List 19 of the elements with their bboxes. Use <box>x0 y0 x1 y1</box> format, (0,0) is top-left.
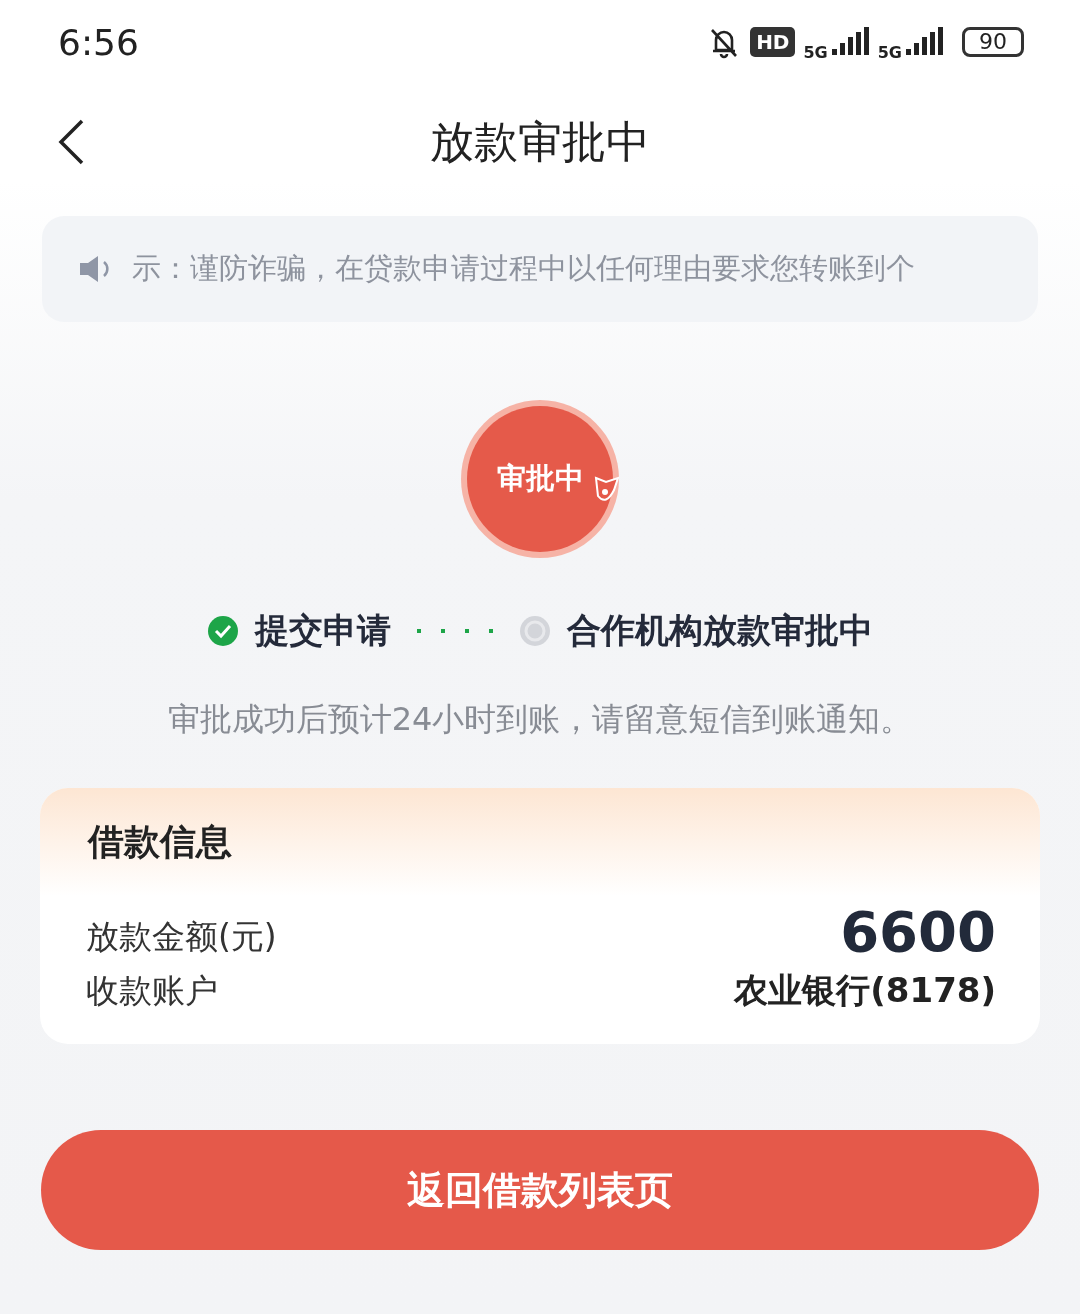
hint-text: 审批成功后预计24小时到账，请留意短信到账通知。 <box>166 699 914 740</box>
field-value: 6600 <box>840 904 996 960</box>
signal-icon <box>829 27 870 57</box>
page-title: 放款审批中 <box>430 114 650 169</box>
return-button[interactable]: 返回借款列表页 <box>41 1130 1039 1250</box>
field-value: 农业银行(8178) <box>734 969 996 1012</box>
network-label: 5G <box>803 42 828 62</box>
status-time: 6:56 <box>58 21 139 63</box>
notice-text: 示：谨防诈骗，在贷款申请过程中以任何理由要求您转账到个 <box>132 250 915 287</box>
field-label: 收款账户 <box>86 970 218 1012</box>
back-icon[interactable] <box>56 118 86 166</box>
signal-icon <box>904 27 944 57</box>
card-title: 借款信息 <box>88 819 232 864</box>
battery-indicator: 90 <box>962 27 1024 57</box>
step-label: 提交申请 <box>255 609 391 652</box>
hd-badge: HD <box>750 27 796 57</box>
field-label: 放款金额(元) <box>86 916 277 958</box>
network-label: 5G <box>877 42 902 62</box>
step-label: 合作机构放款审批中 <box>567 609 873 652</box>
